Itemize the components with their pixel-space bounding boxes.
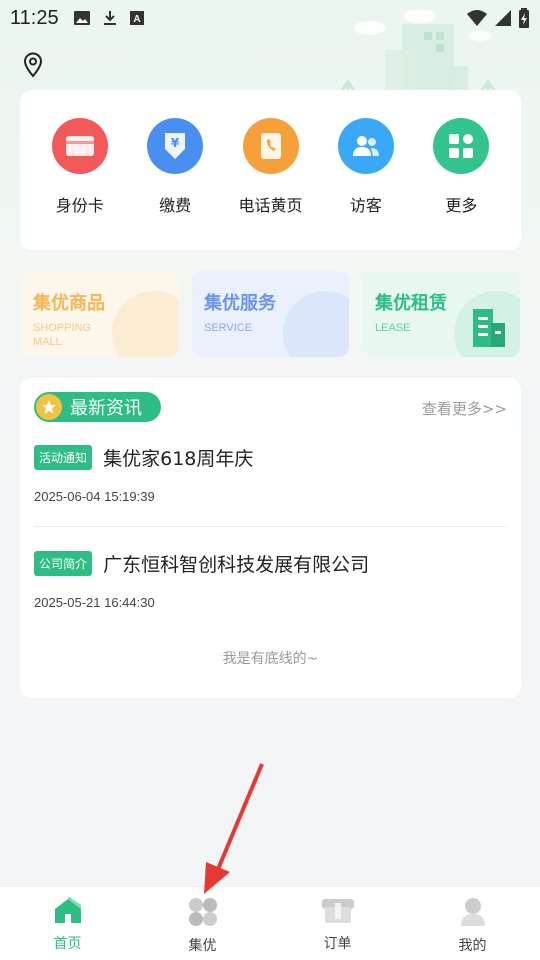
annotation-arrow: [204, 763, 264, 894]
